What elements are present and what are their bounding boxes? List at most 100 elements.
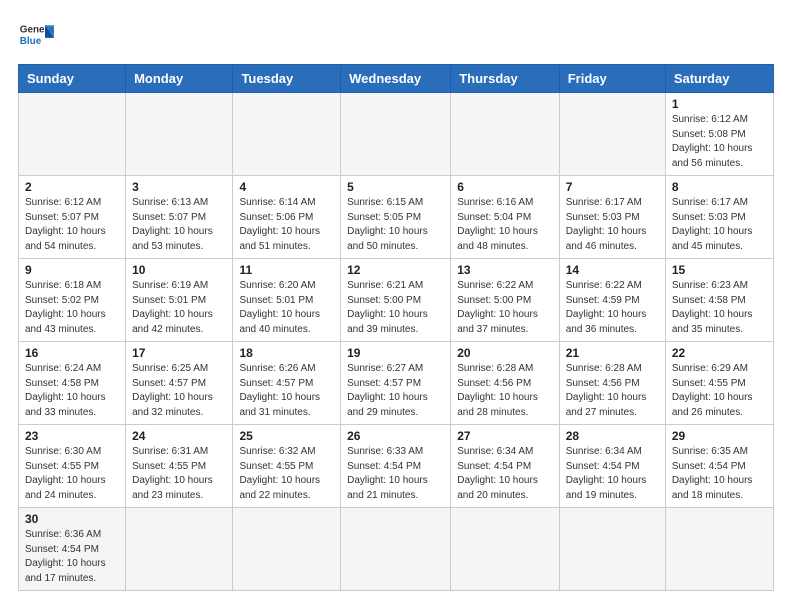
calendar-table: SundayMondayTuesdayWednesdayThursdayFrid… [18, 64, 774, 591]
week-row-1: 2 Sunrise: 6:12 AM Sunset: 5:07 PM Daylig… [19, 176, 774, 259]
day-info: Sunrise: 6:29 AM Sunset: 4:55 PM Dayligh… [672, 362, 767, 420]
calendar-cell: 8Sunrise: 6:17 AM Sunset: 5:03 PM Daylig… [665, 176, 773, 259]
day-info: Sunrise: 6:18 AM Sunset: 5:02 PM Dayligh… [25, 279, 119, 337]
day-info: Sunrise: 6:23 AM Sunset: 4:58 PM Dayligh… [672, 279, 767, 337]
calendar-cell: 28Sunrise: 6:34 AM Sunset: 4:54 PM Dayli… [559, 425, 665, 508]
day-number: 19 [347, 346, 444, 360]
week-row-2: 9 Sunrise: 6:18 AM Sunset: 5:02 PM Daylig… [19, 259, 774, 342]
calendar-cell: 4Sunrise: 6:14 AM Sunset: 5:06 PM Daylig… [233, 176, 341, 259]
day-info: Sunrise: 6:32 AM Sunset: 4:55 PM Dayligh… [239, 445, 334, 503]
calendar-cell [559, 93, 665, 176]
day-info: Sunrise: 6:34 AM Sunset: 4:54 PM Dayligh… [566, 445, 659, 503]
calendar-page: General Blue SundayMondayTuesdayWednesda… [0, 0, 792, 612]
day-info: Sunrise: 6:20 AM Sunset: 5:01 PM Dayligh… [239, 279, 334, 337]
day-info: Sunrise: 6:12 AM Sunset: 5:07 PM Dayligh… [25, 196, 119, 254]
calendar-cell: 7Sunrise: 6:17 AM Sunset: 5:03 PM Daylig… [559, 176, 665, 259]
day-number: 22 [672, 346, 767, 360]
calendar-cell: 21 Sunrise: 6:28 AM Sunset: 4:56 PM Dayli… [559, 342, 665, 425]
calendar-cell: 3 Sunrise: 6:13 AM Sunset: 5:07 PM Daylig… [126, 176, 233, 259]
svg-text:Blue: Blue [20, 36, 42, 47]
day-info: Sunrise: 6:14 AM Sunset: 5:06 PM Dayligh… [239, 196, 334, 254]
calendar-cell: 22 Sunrise: 6:29 AM Sunset: 4:55 PM Dayli… [665, 342, 773, 425]
weekday-header-monday: Monday [126, 65, 233, 93]
calendar-cell: 15 Sunrise: 6:23 AM Sunset: 4:58 PM Dayli… [665, 259, 773, 342]
logo-icon: General Blue [18, 18, 54, 54]
weekday-header-row: SundayMondayTuesdayWednesdayThursdayFrid… [19, 65, 774, 93]
day-info: Sunrise: 6:34 AM Sunset: 4:54 PM Dayligh… [457, 445, 552, 503]
day-info: Sunrise: 6:25 AM Sunset: 4:57 PM Dayligh… [132, 362, 226, 420]
day-info: Sunrise: 6:26 AM Sunset: 4:57 PM Dayligh… [239, 362, 334, 420]
calendar-cell: 17 Sunrise: 6:25 AM Sunset: 4:57 PM Dayli… [126, 342, 233, 425]
calendar-cell: 5Sunrise: 6:15 AM Sunset: 5:05 PM Daylig… [341, 176, 451, 259]
calendar-cell: 18 Sunrise: 6:26 AM Sunset: 4:57 PM Dayli… [233, 342, 341, 425]
calendar-cell: 6Sunrise: 6:16 AM Sunset: 5:04 PM Daylig… [451, 176, 559, 259]
weekday-header-saturday: Saturday [665, 65, 773, 93]
calendar-cell: 25 Sunrise: 6:32 AM Sunset: 4:55 PM Dayli… [233, 425, 341, 508]
day-info: Sunrise: 6:21 AM Sunset: 5:00 PM Dayligh… [347, 279, 444, 337]
day-number: 3 [132, 180, 226, 194]
calendar-cell [451, 508, 559, 591]
calendar-cell: 20Sunrise: 6:28 AM Sunset: 4:56 PM Dayli… [451, 342, 559, 425]
day-number: 15 [672, 263, 767, 277]
calendar-cell [126, 508, 233, 591]
day-info: Sunrise: 6:36 AM Sunset: 4:54 PM Dayligh… [25, 528, 119, 586]
calendar-cell [665, 508, 773, 591]
day-info: Sunrise: 6:16 AM Sunset: 5:04 PM Dayligh… [457, 196, 552, 254]
day-number: 21 [566, 346, 659, 360]
day-info: Sunrise: 6:27 AM Sunset: 4:57 PM Dayligh… [347, 362, 444, 420]
day-number: 10 [132, 263, 226, 277]
weekday-header-thursday: Thursday [451, 65, 559, 93]
calendar-cell: 9 Sunrise: 6:18 AM Sunset: 5:02 PM Daylig… [19, 259, 126, 342]
day-info: Sunrise: 6:19 AM Sunset: 5:01 PM Dayligh… [132, 279, 226, 337]
day-number: 2 [25, 180, 119, 194]
calendar-cell: 23 Sunrise: 6:30 AM Sunset: 4:55 PM Dayli… [19, 425, 126, 508]
day-number: 29 [672, 429, 767, 443]
calendar-cell: 13Sunrise: 6:22 AM Sunset: 5:00 PM Dayli… [451, 259, 559, 342]
calendar-cell [451, 93, 559, 176]
calendar-cell: 14Sunrise: 6:22 AM Sunset: 4:59 PM Dayli… [559, 259, 665, 342]
calendar-cell: 1 Sunrise: 6:12 AM Sunset: 5:08 PM Daylig… [665, 93, 773, 176]
calendar-cell: 2 Sunrise: 6:12 AM Sunset: 5:07 PM Daylig… [19, 176, 126, 259]
day-number: 25 [239, 429, 334, 443]
day-info: Sunrise: 6:24 AM Sunset: 4:58 PM Dayligh… [25, 362, 119, 420]
calendar-cell [19, 93, 126, 176]
calendar-cell [341, 93, 451, 176]
day-number: 23 [25, 429, 119, 443]
weekday-header-sunday: Sunday [19, 65, 126, 93]
week-row-4: 23 Sunrise: 6:30 AM Sunset: 4:55 PM Dayli… [19, 425, 774, 508]
day-info: Sunrise: 6:28 AM Sunset: 4:56 PM Dayligh… [566, 362, 659, 420]
day-info: Sunrise: 6:35 AM Sunset: 4:54 PM Dayligh… [672, 445, 767, 503]
day-info: Sunrise: 6:31 AM Sunset: 4:55 PM Dayligh… [132, 445, 226, 503]
day-info: Sunrise: 6:12 AM Sunset: 5:08 PM Dayligh… [672, 113, 767, 171]
calendar-cell: 11 Sunrise: 6:20 AM Sunset: 5:01 PM Dayli… [233, 259, 341, 342]
calendar-cell: 12 Sunrise: 6:21 AM Sunset: 5:00 PM Dayli… [341, 259, 451, 342]
day-number: 7 [566, 180, 659, 194]
day-number: 18 [239, 346, 334, 360]
day-number: 12 [347, 263, 444, 277]
calendar-cell [341, 508, 451, 591]
calendar-cell: 10 Sunrise: 6:19 AM Sunset: 5:01 PM Dayli… [126, 259, 233, 342]
calendar-cell: 24Sunrise: 6:31 AM Sunset: 4:55 PM Dayli… [126, 425, 233, 508]
day-info: Sunrise: 6:30 AM Sunset: 4:55 PM Dayligh… [25, 445, 119, 503]
day-number: 1 [672, 97, 767, 111]
calendar-cell: 27Sunrise: 6:34 AM Sunset: 4:54 PM Dayli… [451, 425, 559, 508]
day-number: 14 [566, 263, 659, 277]
calendar-cell: 16 Sunrise: 6:24 AM Sunset: 4:58 PM Dayli… [19, 342, 126, 425]
logo: General Blue [18, 18, 54, 54]
calendar-cell: 29 Sunrise: 6:35 AM Sunset: 4:54 PM Dayli… [665, 425, 773, 508]
day-info: Sunrise: 6:33 AM Sunset: 4:54 PM Dayligh… [347, 445, 444, 503]
day-info: Sunrise: 6:15 AM Sunset: 5:05 PM Dayligh… [347, 196, 444, 254]
day-info: Sunrise: 6:17 AM Sunset: 5:03 PM Dayligh… [672, 196, 767, 254]
day-number: 20 [457, 346, 552, 360]
day-number: 9 [25, 263, 119, 277]
day-number: 17 [132, 346, 226, 360]
week-row-5: 30Sunrise: 6:36 AM Sunset: 4:54 PM Dayli… [19, 508, 774, 591]
week-row-0: 1 Sunrise: 6:12 AM Sunset: 5:08 PM Daylig… [19, 93, 774, 176]
day-number: 11 [239, 263, 334, 277]
day-number: 16 [25, 346, 119, 360]
calendar-cell [233, 508, 341, 591]
day-number: 26 [347, 429, 444, 443]
calendar-cell [559, 508, 665, 591]
day-info: Sunrise: 6:13 AM Sunset: 5:07 PM Dayligh… [132, 196, 226, 254]
calendar-cell [126, 93, 233, 176]
